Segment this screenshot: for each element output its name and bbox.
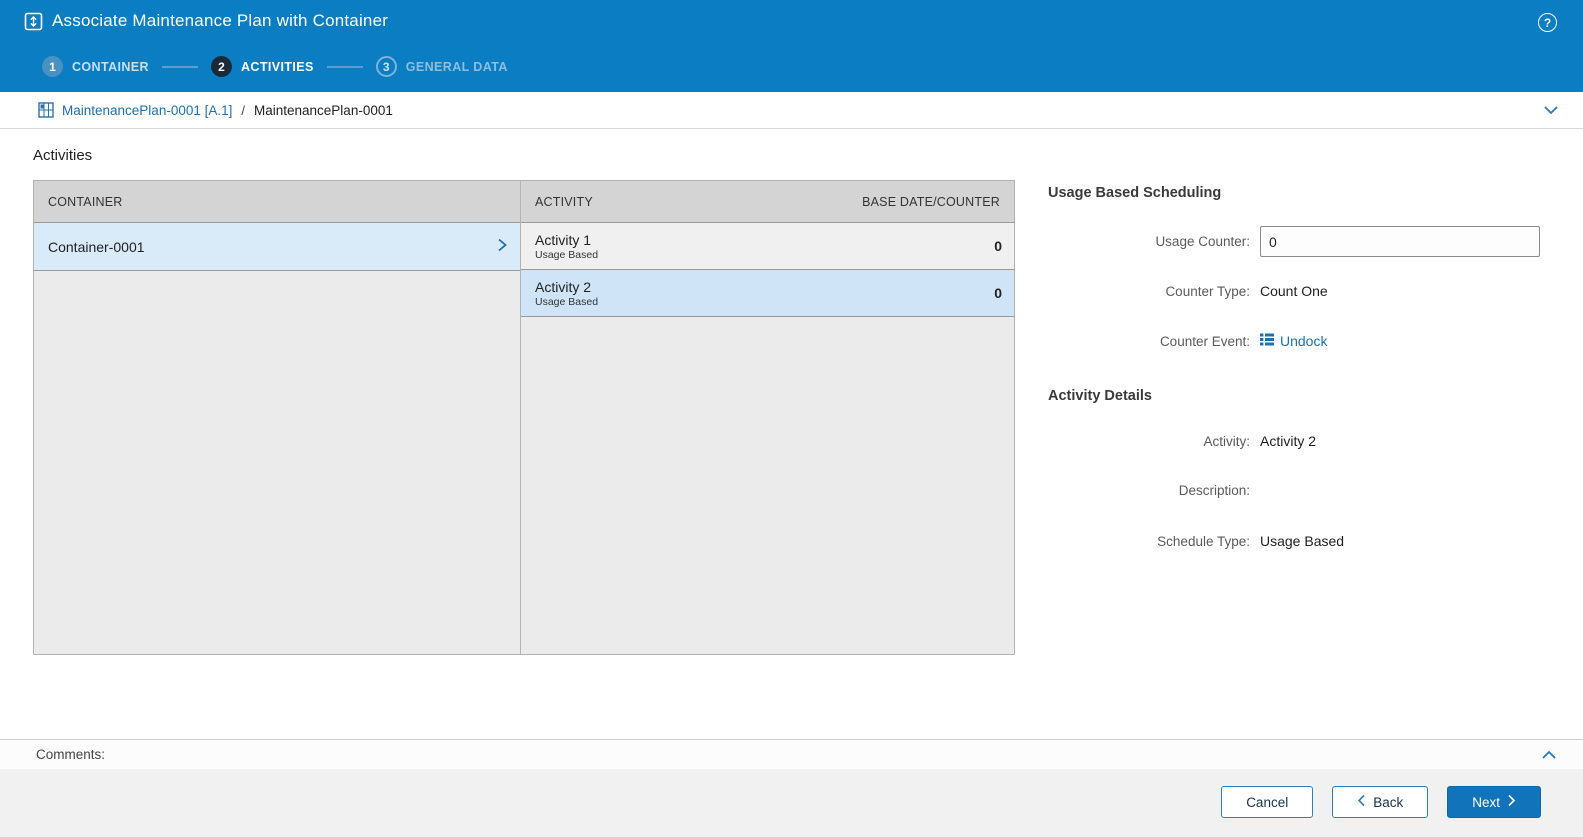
schedule-type-label: Schedule Type:	[1157, 533, 1250, 549]
counter-event-icon	[1260, 333, 1274, 349]
details-panel: Usage Based Scheduling Usage Counter: Co…	[1048, 185, 1542, 605]
chevron-right-icon	[1507, 794, 1516, 810]
step-connector	[326, 65, 363, 68]
next-button[interactable]: Next	[1447, 786, 1541, 818]
step-3-circle: 3	[375, 56, 397, 77]
chevron-left-icon	[1357, 794, 1366, 810]
container-panel: CONTAINER Container-0001	[34, 181, 521, 654]
step-1-circle: 1	[42, 56, 63, 77]
activity-header-label: ACTIVITY	[535, 194, 593, 209]
base-date-counter-header-label: BASE DATE/COUNTER	[862, 194, 1000, 209]
counter-type-label: Counter Type:	[1165, 283, 1250, 299]
cancel-button-label: Cancel	[1246, 794, 1289, 810]
back-button[interactable]: Back	[1332, 786, 1429, 818]
step-1-label: CONTAINER	[72, 59, 149, 74]
activity-label: Activity:	[1203, 433, 1250, 449]
activities-table: CONTAINER Container-0001 ACTIVITY BASE D…	[33, 180, 1015, 655]
usage-counter-label: Usage Counter:	[1155, 234, 1250, 249]
cancel-button[interactable]: Cancel	[1221, 786, 1314, 818]
schedule-type-row: Schedule Type: Usage Based	[1048, 533, 1542, 549]
counter-type-row: Counter Type: Count One	[1048, 283, 1542, 299]
activity-detail-row: Activity: Activity 2	[1048, 433, 1542, 449]
step-activities[interactable]: 2 ACTIVITIES	[210, 56, 314, 77]
counter-type-value: Count One	[1260, 283, 1328, 299]
breadcrumb-link[interactable]: MaintenancePlan-0001 [A.1]	[62, 103, 232, 118]
description-label: Description:	[1178, 483, 1250, 498]
maintenance-plan-title-icon	[24, 12, 43, 31]
counter-event-row: Counter Event: Undock	[1048, 333, 1542, 349]
maintenance-plan-icon	[38, 102, 54, 118]
step-2-circle: 2	[210, 56, 232, 77]
associate-maintenance-plan-dialog: Associate Maintenance Plan with Containe…	[0, 0, 1583, 837]
breadcrumb: MaintenancePlan-0001 [A.1] / Maintenance…	[0, 92, 1583, 129]
chevron-down-icon[interactable]	[1543, 103, 1559, 121]
title-row: Associate Maintenance Plan with Containe…	[24, 11, 388, 31]
usage-counter-row: Usage Counter:	[1048, 226, 1542, 257]
activity-value: Activity 2	[1260, 433, 1317, 449]
activity-name: Activity 1	[535, 231, 592, 248]
chevron-right-icon[interactable]	[496, 237, 508, 256]
counter-event-label: Counter Event:	[1159, 333, 1250, 349]
page-title: Associate Maintenance Plan with Containe…	[52, 11, 389, 30]
next-button-label: Next	[1472, 794, 1500, 810]
container-row[interactable]: Container-0001	[34, 223, 520, 271]
step-connector	[161, 65, 198, 68]
step-general-data[interactable]: 3 GENERAL DATA	[375, 56, 508, 77]
comments-label: Comments:	[36, 747, 106, 762]
description-row: Description:	[1048, 483, 1542, 498]
step-container[interactable]: 1 CONTAINER	[42, 56, 149, 77]
dialog-header: Associate Maintenance Plan with Containe…	[0, 0, 1583, 92]
activity-schedule-type: Usage Based	[535, 296, 599, 309]
wizard-steps: 1 CONTAINER 2 ACTIVITIES 3 GENERAL DATA	[42, 56, 508, 77]
activity-schedule-type: Usage Based	[535, 249, 599, 262]
chevron-up-icon[interactable]	[1541, 748, 1557, 766]
help-icon[interactable]: ?	[1538, 13, 1557, 32]
breadcrumb-separator: /	[241, 102, 245, 118]
breadcrumb-current: MaintenancePlan-0001	[254, 102, 393, 118]
back-button-label: Back	[1373, 794, 1404, 810]
activity-panel: ACTIVITY BASE DATE/COUNTER Activity 1 Us…	[521, 181, 1014, 654]
container-column-header: CONTAINER	[34, 181, 520, 223]
activity-row-2[interactable]: Activity 2 Usage Based 0	[521, 270, 1014, 317]
activity-base-counter: 0	[994, 285, 1002, 301]
container-name: Container-0001	[48, 238, 145, 255]
step-3-label: GENERAL DATA	[405, 59, 508, 74]
activities-section-title: Activities	[33, 147, 93, 164]
activity-base-counter: 0	[994, 238, 1002, 254]
activity-details-heading: Activity Details	[1048, 388, 1152, 404]
activity-name: Activity 2	[535, 278, 592, 295]
dialog-footer: Cancel Back Next	[0, 769, 1583, 837]
activity-row-1[interactable]: Activity 1 Usage Based 0	[521, 223, 1014, 270]
usage-counter-input[interactable]	[1260, 226, 1540, 257]
step-2-label: ACTIVITIES	[240, 59, 314, 74]
activity-column-header: ACTIVITY BASE DATE/COUNTER	[521, 181, 1014, 223]
usage-based-scheduling-heading: Usage Based Scheduling	[1048, 185, 1222, 201]
comments-bar: Comments:	[0, 739, 1583, 769]
schedule-type-value: Usage Based	[1260, 533, 1345, 549]
counter-event-link[interactable]: Undock	[1280, 333, 1327, 349]
